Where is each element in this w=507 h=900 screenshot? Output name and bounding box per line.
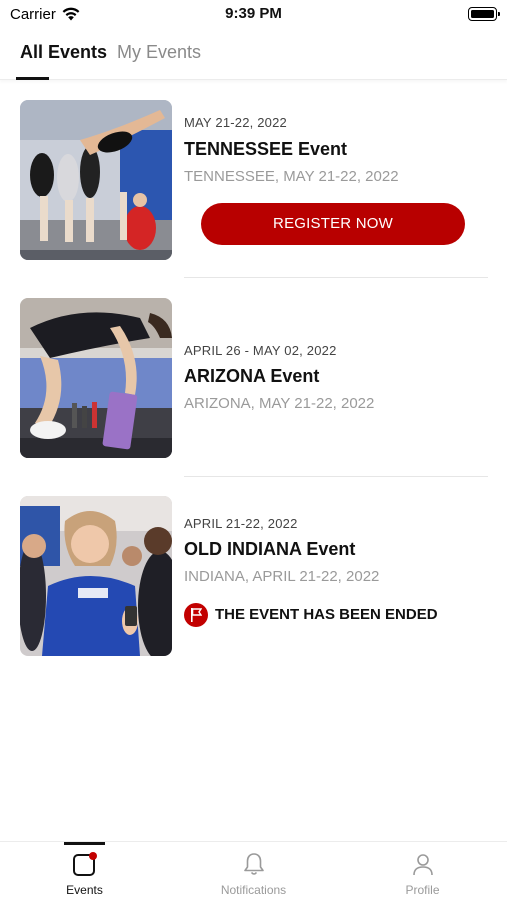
event-image[interactable] [20,496,172,656]
person-icon [413,854,433,876]
event-photo-cheerleader-phone [20,496,172,656]
event-location: INDIANA, APRIL 21-22, 2022 [184,568,380,585]
battery-icon [468,7,500,21]
nav-notifications[interactable]: Notifications [169,842,338,900]
event-date: MAY 21-22, 2022 [184,115,287,130]
bell-icon [244,853,264,875]
event-divider [184,277,488,278]
tab-my-events[interactable]: My Events [117,42,201,63]
event-photo-cheer-stunt [20,100,172,260]
event-location: ARIZONA, MAY 21-22, 2022 [184,395,375,412]
event-date: APRIL 21-22, 2022 [184,516,298,531]
nav-label-events: Events [66,883,103,897]
event-ended-status: THE EVENT HAS BEEN ENDED [184,603,484,627]
event-tabs: All Events My Events [0,30,507,80]
tab-all-events[interactable]: All Events [20,42,107,63]
event-ended-label: THE EVENT HAS BEEN ENDED [215,606,438,623]
status-time: 9:39 PM [225,5,282,22]
event-image[interactable] [20,298,172,458]
register-now-button[interactable]: REGISTER NOW [201,203,465,245]
nav-profile[interactable]: Profile [338,842,507,900]
event-title: ARIZONA Event [184,366,320,386]
event-card-arizona[interactable]: APRIL 26 - MAY 02, 2022 ARIZONA Event AR… [20,298,488,458]
bottom-navigation: Events Notifications Profile [0,841,507,900]
event-image[interactable] [20,100,172,260]
event-title: OLD INDIANA Event [184,539,356,559]
active-tab-indicator [16,77,49,80]
nav-events[interactable]: Events [0,842,169,900]
status-bar: Carrier 9:39 PM [0,0,507,30]
event-card-old-indiana[interactable]: APRIL 21-22, 2022 OLD INDIANA Event INDI… [20,496,488,656]
event-card-tennessee[interactable]: MAY 21-22, 2022 TENNESSEE Event TENNESSE… [20,100,488,260]
nav-label-notifications: Notifications [220,883,287,897]
event-location: TENNESSEE, MAY 21-22, 2022 [184,168,399,185]
event-divider [184,476,488,477]
event-photo-cheer-practice [20,298,172,458]
nav-label-profile: Profile [405,883,440,897]
events-icon [73,852,97,876]
event-date: APRIL 26 - MAY 02, 2022 [184,343,337,358]
event-title: TENNESSEE Event [184,139,348,159]
flag-icon [184,603,208,627]
